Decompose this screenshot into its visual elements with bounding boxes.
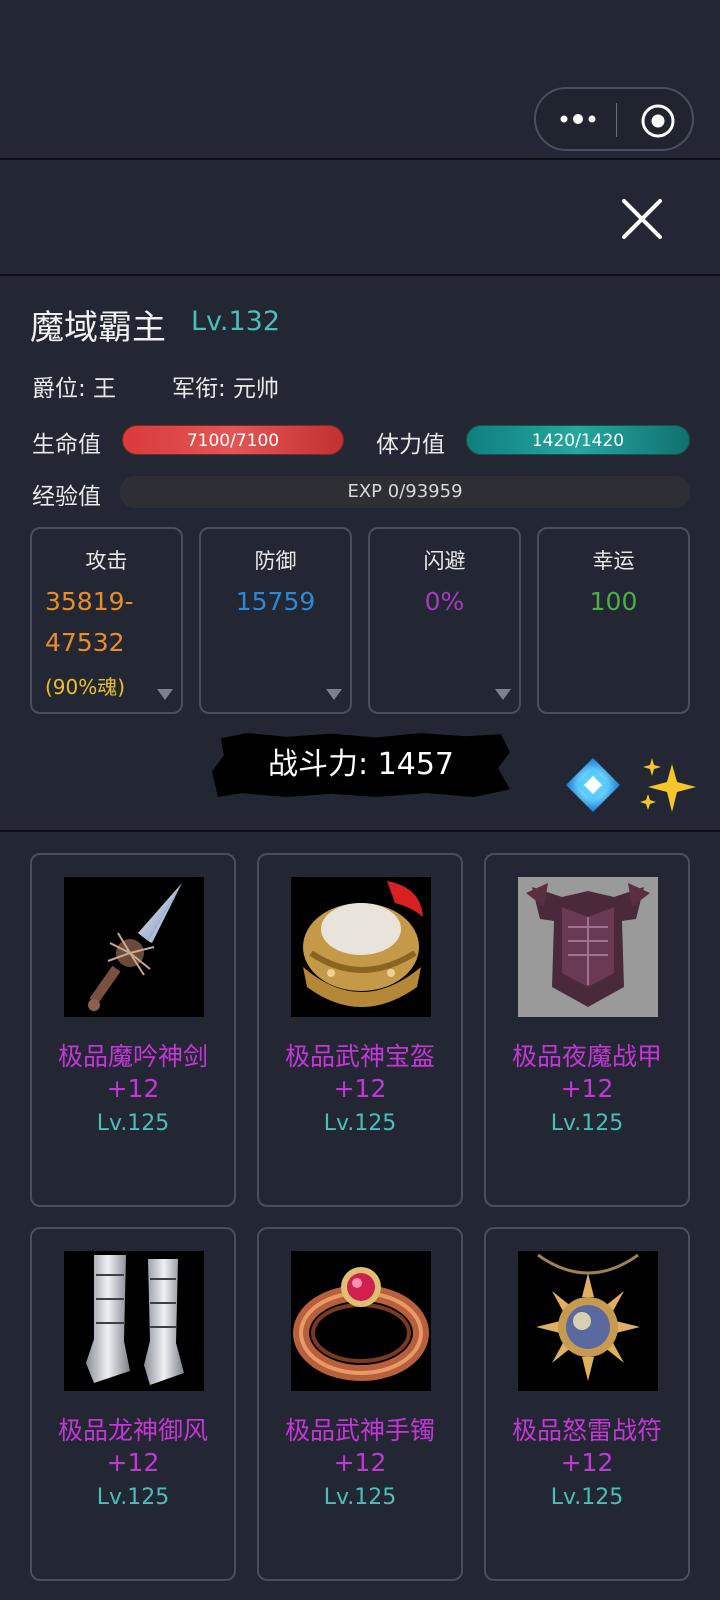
equipment-enhance: +12 [106, 1448, 160, 1477]
equipment-slot-boots[interactable]: 极品龙神御风 +12 Lv.125 [30, 1227, 236, 1581]
equipment-enhance: +12 [333, 1448, 387, 1477]
hp-bar: 7100/7100 [122, 425, 344, 455]
luck-title: 幸运 [592, 549, 635, 573]
luck-value: 100 [589, 587, 638, 616]
combat-power: 战斗力: 1457 [212, 733, 510, 797]
dodge-title: 闪避 [423, 549, 466, 573]
equipment-name: 极品夜魔战甲 [511, 1042, 662, 1071]
diamond-gem-icon[interactable] [564, 756, 622, 814]
equipment-level: Lv.125 [96, 1485, 170, 1510]
equipment-slot-helmet[interactable]: 极品武神宝盔 +12 Lv.125 [257, 853, 463, 1207]
rank-text: 爵位: 王 [32, 376, 117, 402]
sparkle-icon[interactable] [638, 754, 700, 816]
more-icon[interactable] [558, 105, 598, 133]
character-name: 魔域霸主 [30, 308, 166, 348]
character-level: Lv.132 [191, 306, 281, 337]
stamina-bar: 1420/1420 [466, 425, 690, 455]
equipment-enhance: +12 [560, 1448, 614, 1477]
attack-title: 攻击 [85, 549, 128, 573]
equipment-name: 极品龙神御风 [57, 1416, 208, 1445]
amulet-icon [518, 1251, 658, 1391]
equipment-slot-weapon[interactable]: 极品魔吟神剑 +12 Lv.125 [30, 853, 236, 1207]
panel-header [0, 160, 720, 276]
equipment-slot-armor[interactable]: 极品夜魔战甲 +12 Lv.125 [484, 853, 690, 1207]
equipment-slot-bracelet[interactable]: 极品武神手镯 +12 Lv.125 [257, 1227, 463, 1581]
exp-label: 经验值 [32, 484, 101, 510]
hp-label: 生命值 [32, 432, 101, 458]
military-text: 军衔: 元帅 [172, 376, 280, 402]
equipment-slot-amulet[interactable]: 极品怒雷战符 +12 Lv.125 [484, 1227, 690, 1581]
dodge-value: 0% [424, 587, 465, 616]
attack-value-max: 47532 [45, 628, 125, 657]
helmet-icon [291, 877, 431, 1017]
close-miniprogram-icon[interactable] [640, 103, 676, 139]
boots-icon [64, 1251, 204, 1391]
expand-arrow-icon[interactable] [326, 689, 342, 700]
defense-title: 防御 [254, 549, 297, 573]
equipment-name: 极品武神手镯 [284, 1416, 435, 1445]
luck-stat-card: 幸运 100 [537, 527, 690, 714]
attack-value-min: 35819- [45, 587, 134, 616]
equipment-name: 极品怒雷战符 [511, 1416, 662, 1445]
equipment-enhance: +12 [560, 1074, 614, 1103]
equipment-level: Lv.125 [550, 1111, 624, 1136]
equipment-enhance: +12 [333, 1074, 387, 1103]
expand-arrow-icon[interactable] [495, 689, 511, 700]
dodge-stat-card[interactable]: 闪避 0% [368, 527, 521, 714]
menu-capsule [534, 87, 694, 151]
sp-label: 体力值 [376, 432, 445, 458]
equipment-level: Lv.125 [323, 1111, 397, 1136]
equipment-level: Lv.125 [96, 1111, 170, 1136]
equipment-name: 极品武神宝盔 [284, 1042, 435, 1071]
equipment-enhance: +12 [106, 1074, 160, 1103]
equipment-level: Lv.125 [550, 1485, 624, 1510]
close-icon[interactable] [620, 197, 664, 241]
bracelet-icon [291, 1251, 431, 1391]
exp-bar: EXP 0/93959 [120, 476, 690, 508]
sword-icon [64, 877, 204, 1017]
section-divider [0, 830, 720, 832]
armor-icon [518, 877, 658, 1017]
equipment-name: 极品魔吟神剑 [57, 1042, 208, 1071]
attack-stat-card[interactable]: 攻击 35819- 47532 (90%魂) [30, 527, 183, 714]
defense-stat-card[interactable]: 防御 15759 [199, 527, 352, 714]
equipment-level: Lv.125 [323, 1485, 397, 1510]
capsule-divider [616, 103, 617, 137]
defense-value: 15759 [235, 587, 316, 616]
attack-soul-percent: (90%魂) [45, 675, 126, 699]
expand-arrow-icon[interactable] [157, 689, 173, 700]
